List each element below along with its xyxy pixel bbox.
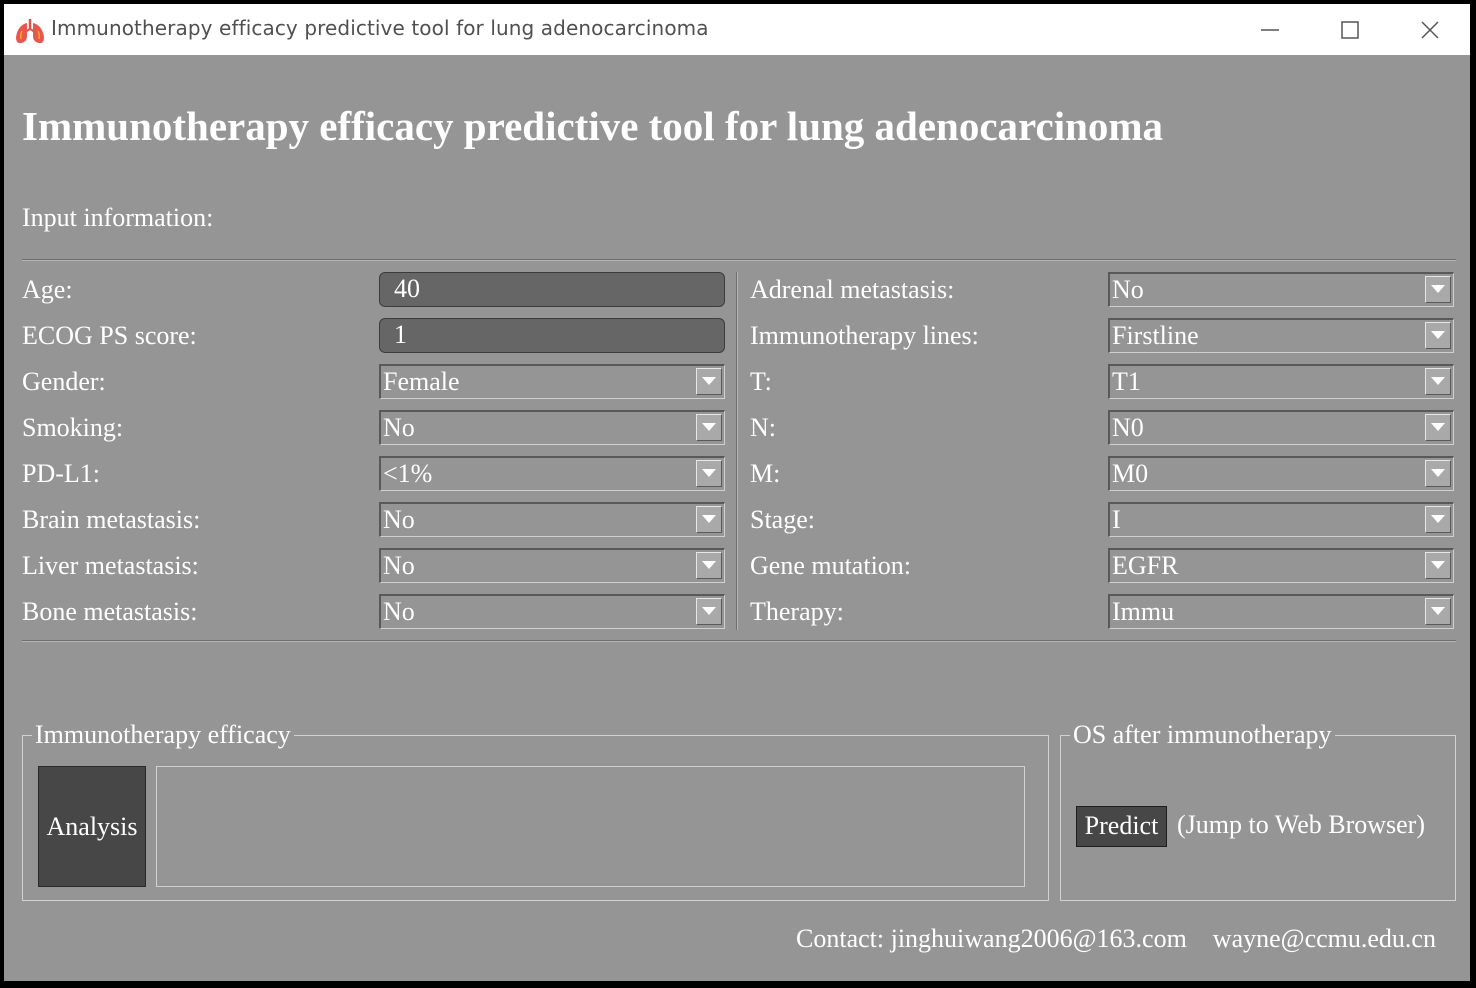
gender-label: Gender: <box>22 367 106 396</box>
lungs-icon <box>15 17 45 45</box>
chevron-down-icon[interactable] <box>696 414 722 441</box>
liver-metastasis-value: No <box>383 551 415 580</box>
t-stage-select[interactable]: T1 <box>1108 364 1454 399</box>
gender-select[interactable]: Female <box>379 364 725 399</box>
smoking-value: No <box>383 413 415 442</box>
chevron-down-icon[interactable] <box>1425 552 1451 579</box>
os-group-title: OS after immunotherapy <box>1070 719 1335 751</box>
close-icon <box>1421 21 1439 39</box>
age-label: Age: <box>22 275 73 304</box>
analysis-button[interactable]: Analysis <box>38 766 146 887</box>
os-group: OS after immunotherapy Predict (Jump to … <box>1060 719 1456 901</box>
pdl1-select[interactable]: <1% <box>379 456 725 491</box>
chevron-down-icon[interactable] <box>1425 598 1451 625</box>
n-stage-select[interactable]: N0 <box>1108 410 1454 445</box>
window-title: Immunotherapy efficacy predictive tool f… <box>51 16 709 40</box>
gene-mutation-select[interactable]: EGFR <box>1108 548 1454 583</box>
chevron-down-icon[interactable] <box>696 368 722 395</box>
chevron-down-icon[interactable] <box>1425 414 1451 441</box>
divider-top <box>22 259 1456 261</box>
stage-label: Stage: <box>750 505 815 534</box>
stage-value: I <box>1112 505 1121 534</box>
efficacy-result-area <box>156 766 1025 887</box>
ecog-input[interactable]: 1 <box>379 318 725 353</box>
bone-metastasis-label: Bone metastasis: <box>22 597 198 626</box>
t-stage-label: T: <box>750 367 772 396</box>
smoking-label: Smoking: <box>22 413 124 442</box>
gene-mutation-value: EGFR <box>1112 551 1179 580</box>
chevron-down-icon[interactable] <box>696 506 722 533</box>
close-button[interactable] <box>1390 4 1470 55</box>
chevron-down-icon[interactable] <box>696 598 722 625</box>
pdl1-label: PD-L1: <box>22 459 100 488</box>
n-stage-value: N0 <box>1112 413 1144 442</box>
liver-metastasis-label: Liver metastasis: <box>22 551 199 580</box>
therapy-select[interactable]: Immu <box>1108 594 1454 629</box>
efficacy-group: Immunotherapy efficacy Analysis <box>22 719 1049 901</box>
brain-metastasis-select[interactable]: No <box>379 502 725 537</box>
ecog-label: ECOG PS score: <box>22 321 197 350</box>
title-bar[interactable]: Immunotherapy efficacy predictive tool f… <box>4 4 1470 55</box>
chevron-down-icon[interactable] <box>1425 506 1451 533</box>
liver-metastasis-select[interactable]: No <box>379 548 725 583</box>
chevron-down-icon[interactable] <box>1425 460 1451 487</box>
pdl1-value: <1% <box>383 459 433 488</box>
maximize-button[interactable] <box>1310 4 1390 55</box>
maximize-icon <box>1341 21 1359 39</box>
t-stage-value: T1 <box>1112 367 1141 396</box>
adrenal-metastasis-label: Adrenal metastasis: <box>750 275 955 304</box>
gender-value: Female <box>383 367 460 396</box>
input-section-label: Input information: <box>22 203 214 232</box>
divider-bottom <box>22 640 1456 642</box>
immunotherapy-lines-value: Firstline <box>1112 321 1199 350</box>
predict-button[interactable]: Predict <box>1076 806 1167 847</box>
m-stage-select[interactable]: M0 <box>1108 456 1454 491</box>
brain-metastasis-label: Brain metastasis: <box>22 505 201 534</box>
immunotherapy-lines-label: Immunotherapy lines: <box>750 321 979 350</box>
chevron-down-icon[interactable] <box>1425 276 1451 303</box>
gene-mutation-label: Gene mutation: <box>750 551 912 580</box>
n-stage-label: N: <box>750 413 776 442</box>
minimize-icon <box>1261 29 1279 31</box>
chevron-down-icon[interactable] <box>1425 368 1451 395</box>
immunotherapy-lines-select[interactable]: Firstline <box>1108 318 1454 353</box>
m-stage-label: M: <box>750 459 781 488</box>
stage-select[interactable]: I <box>1108 502 1454 537</box>
divider-vertical <box>736 272 738 630</box>
adrenal-metastasis-select[interactable]: No <box>1108 272 1454 307</box>
smoking-select[interactable]: No <box>379 410 725 445</box>
therapy-value: Immu <box>1112 597 1175 626</box>
chevron-down-icon[interactable] <box>696 552 722 579</box>
m-stage-value: M0 <box>1112 459 1149 488</box>
efficacy-group-title: Immunotherapy efficacy <box>32 719 294 751</box>
adrenal-metastasis-value: No <box>1112 275 1144 304</box>
chevron-down-icon[interactable] <box>1425 322 1451 349</box>
brain-metastasis-value: No <box>383 505 415 534</box>
chevron-down-icon[interactable] <box>696 460 722 487</box>
contact-info: Contact: jinghuiwang2006@163.com wayne@c… <box>796 924 1436 953</box>
page-title: Immunotherapy efficacy predictive tool f… <box>22 103 1164 149</box>
age-input[interactable]: 40 <box>379 272 725 307</box>
minimize-button[interactable] <box>1230 4 1310 55</box>
bone-metastasis-select[interactable]: No <box>379 594 725 629</box>
bone-metastasis-value: No <box>383 597 415 626</box>
app-window: Immunotherapy efficacy predictive tool f… <box>4 4 1470 981</box>
therapy-label: Therapy: <box>750 597 844 626</box>
jump-to-browser-note: (Jump to Web Browser) <box>1177 810 1426 839</box>
